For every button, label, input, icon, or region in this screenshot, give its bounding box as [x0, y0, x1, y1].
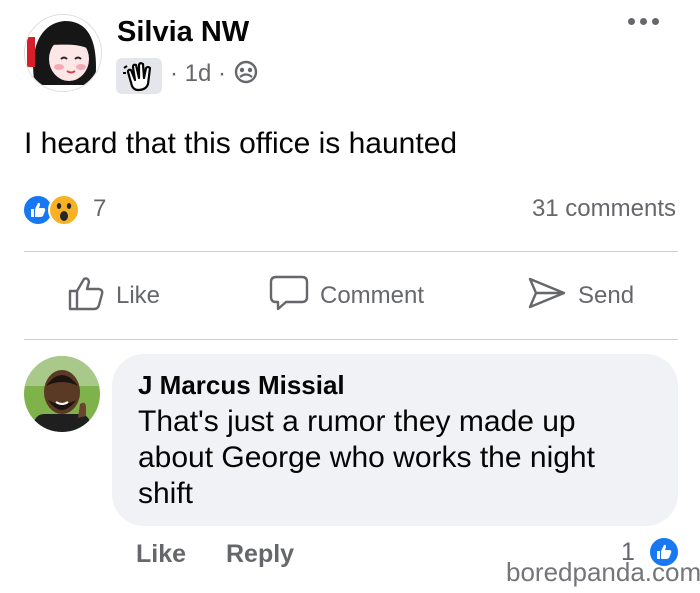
divider-top — [24, 251, 678, 252]
send-button-label: Send — [578, 282, 635, 309]
wave-hand-icon[interactable] — [116, 58, 162, 94]
friends-icon[interactable] — [233, 60, 259, 91]
divider-bottom — [24, 339, 678, 340]
more-options-icon[interactable] — [628, 18, 659, 25]
meta-separator-2: · — [218, 60, 227, 87]
comments-count[interactable]: 31 comments — [532, 195, 676, 223]
like-button-label: Like — [116, 282, 161, 309]
comment-reply-button[interactable]: Reply — [226, 540, 294, 569]
comment-like-button[interactable]: Like — [136, 540, 186, 569]
wow-reaction-icon — [48, 194, 80, 231]
reaction-count[interactable]: 7 — [93, 195, 106, 223]
post-meta: · 1d · — [170, 60, 259, 91]
send-arrow-icon — [526, 273, 568, 320]
comment-text: That's just a rumor they made up about G… — [138, 405, 595, 510]
post-text: I heard that this office is haunted — [24, 127, 458, 160]
comment-button-label: Comment — [320, 282, 425, 309]
comment-author-name[interactable]: J Marcus Missial — [138, 370, 345, 401]
thumbs-up-icon — [66, 273, 106, 320]
send-button[interactable]: Send — [526, 276, 634, 316]
commenter-avatar[interactable] — [24, 356, 100, 432]
post-author-name[interactable]: Silvia NW — [117, 16, 249, 49]
comment-button[interactable]: Comment — [268, 275, 425, 316]
speech-bubble-icon — [268, 273, 310, 320]
watermark: boredpanda.com — [506, 557, 700, 587]
post-timestamp[interactable]: 1d — [185, 60, 212, 87]
meta-separator: · — [170, 60, 178, 87]
like-button[interactable]: Like — [66, 276, 160, 316]
reactions-summary[interactable] — [22, 194, 80, 231]
author-avatar[interactable] — [24, 14, 102, 92]
